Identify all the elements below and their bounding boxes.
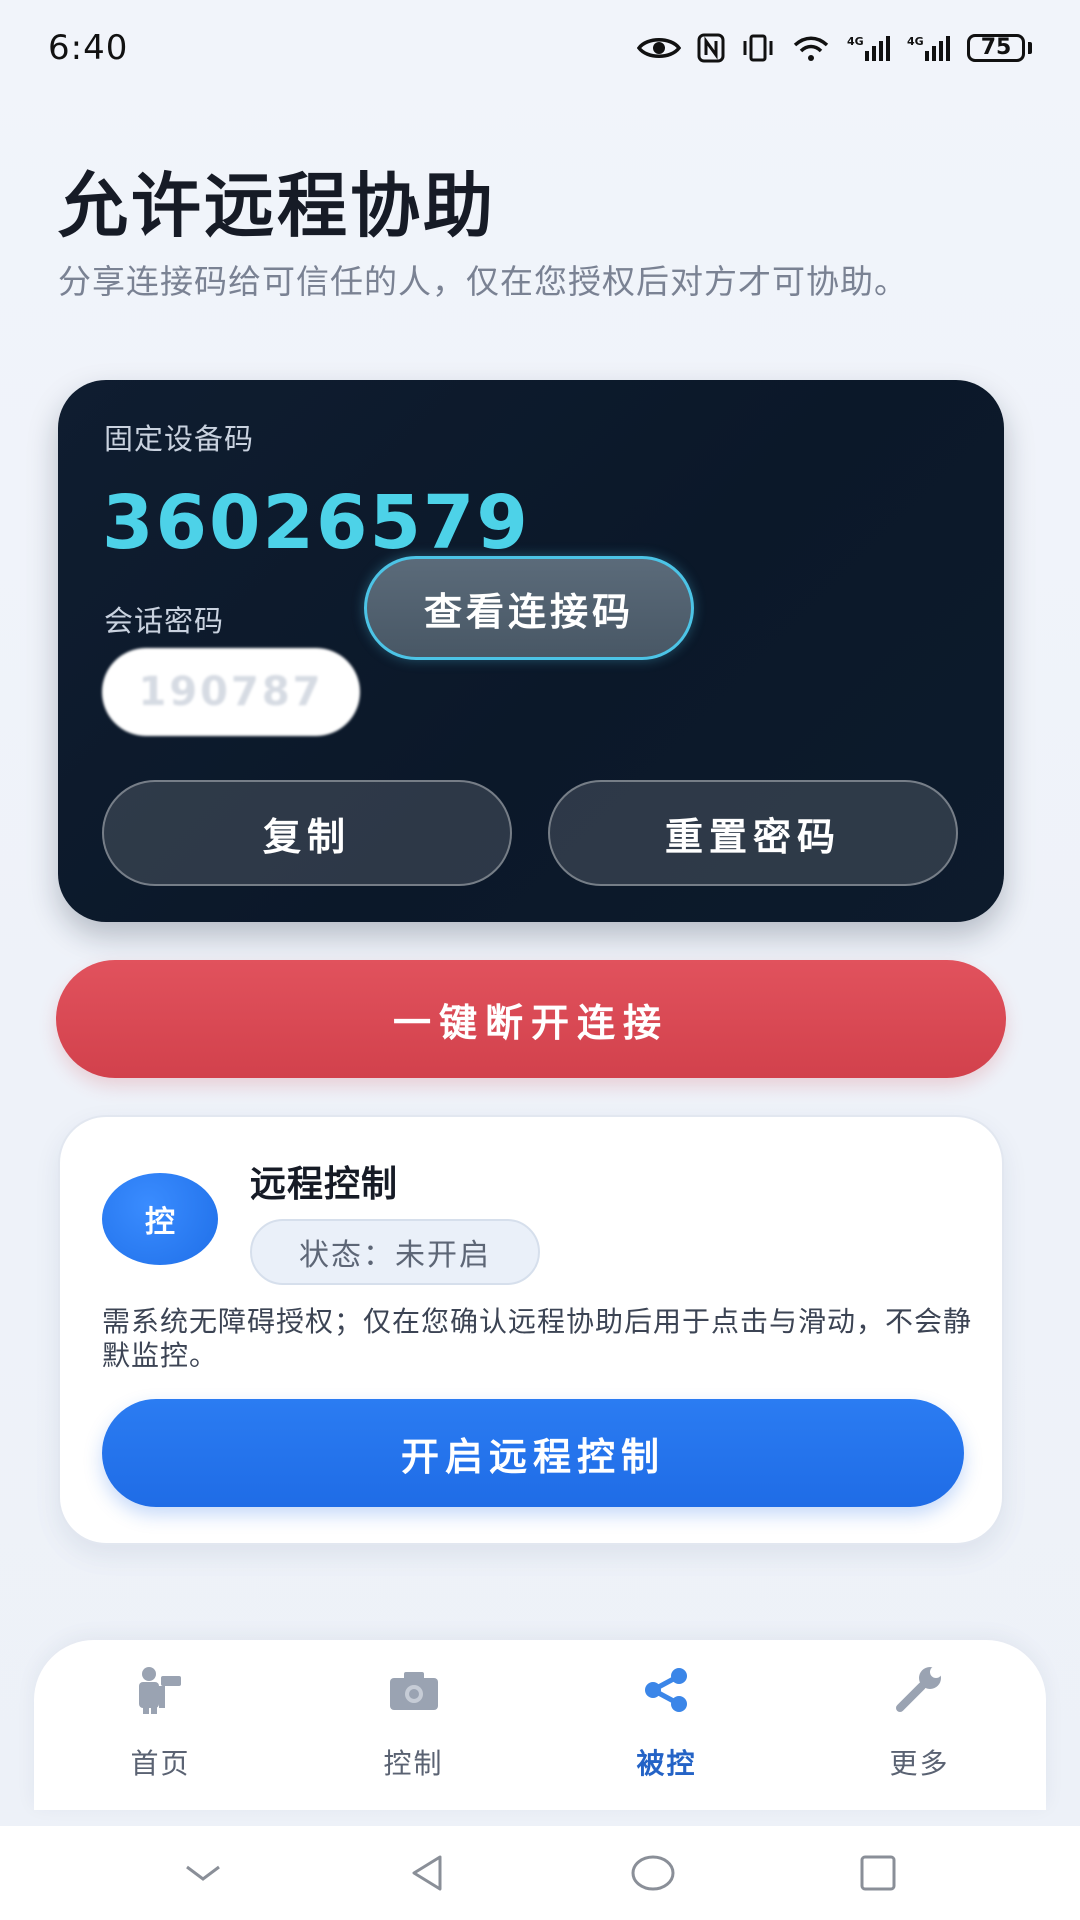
system-nav-bar	[0, 1826, 1080, 1920]
nav-label-control: 控制	[383, 1747, 444, 1780]
view-connection-code-button[interactable]: 查看连接码	[364, 556, 694, 660]
wrench-icon	[890, 1662, 950, 1718]
share-icon	[637, 1662, 697, 1718]
nav-item-home[interactable]: 首页	[34, 1640, 287, 1810]
nav-item-more[interactable]: 更多	[793, 1640, 1046, 1810]
status-time: 6:40	[48, 27, 129, 68]
nav-label-home: 首页	[130, 1747, 191, 1780]
vibrate-icon	[741, 33, 775, 63]
camera-icon	[384, 1662, 444, 1718]
copy-button[interactable]: 复制	[102, 780, 512, 886]
session-password-label: 会话密码	[104, 604, 225, 638]
battery-icon: 75	[967, 33, 1032, 62]
home-icon	[131, 1662, 191, 1718]
status-badge: 状态：未开启	[250, 1219, 540, 1285]
device-code: 36026579	[102, 480, 530, 566]
wifi-icon	[791, 33, 831, 63]
battery-cap	[1028, 41, 1032, 54]
nav-label-more: 更多	[889, 1747, 950, 1780]
reset-password-button[interactable]: 重置密码	[548, 780, 958, 886]
nav-item-controlled[interactable]: 被控	[540, 1640, 793, 1810]
device-code-card: 固定设备码 36026579 会话密码 190787 查看连接码 复制 重置密码	[58, 380, 1004, 922]
status-icons: 4G 4G 75	[637, 33, 1032, 63]
remote-control-description: 需系统无障碍授权；仅在您确认远程协助后用于点击与滑动，不会静默监控。	[102, 1305, 973, 1372]
disconnect-button[interactable]: 一键断开连接	[56, 960, 1006, 1078]
svg-text:4G: 4G	[907, 35, 924, 48]
remote-control-avatar: 控	[102, 1173, 218, 1265]
page-title: 允许远程协助	[58, 165, 496, 247]
chevron-down-icon[interactable]	[173, 1843, 233, 1903]
signal-4g-icon: 4G	[907, 33, 951, 63]
remote-control-card: 控 远程控制 状态：未开启 需系统无障碍授权；仅在您确认远程协助后用于点击与滑动…	[58, 1115, 1004, 1545]
nav-item-control[interactable]: 控制	[287, 1640, 540, 1810]
recent-apps-icon[interactable]	[848, 1843, 908, 1903]
page-subtitle: 分享连接码给可信任的人，仅在您授权后对方才可协助。	[58, 262, 908, 301]
nav-label-controlled: 被控	[636, 1747, 697, 1780]
status-bar: 6:40 4G 4G 75	[0, 0, 1080, 95]
screen: 6:40 4G 4G 75 允许远程协助 分享连接码给可信任的人，仅在您授权后对…	[0, 0, 1080, 1920]
bottom-nav: 首页 控制 被控 更多	[34, 1640, 1046, 1810]
svg-text:4G: 4G	[847, 35, 864, 48]
enable-remote-control-button[interactable]: 开启远程控制	[102, 1399, 964, 1507]
remote-control-title: 远程控制	[250, 1164, 399, 1205]
back-icon[interactable]	[398, 1843, 458, 1903]
eye-icon	[637, 34, 681, 62]
battery-level: 75	[967, 33, 1025, 62]
signal-4g-icon: 4G	[847, 33, 891, 63]
nfc-icon	[697, 33, 725, 63]
device-code-label: 固定设备码	[104, 422, 255, 456]
session-password: 190787	[102, 648, 360, 736]
home-circle-icon[interactable]	[623, 1843, 683, 1903]
